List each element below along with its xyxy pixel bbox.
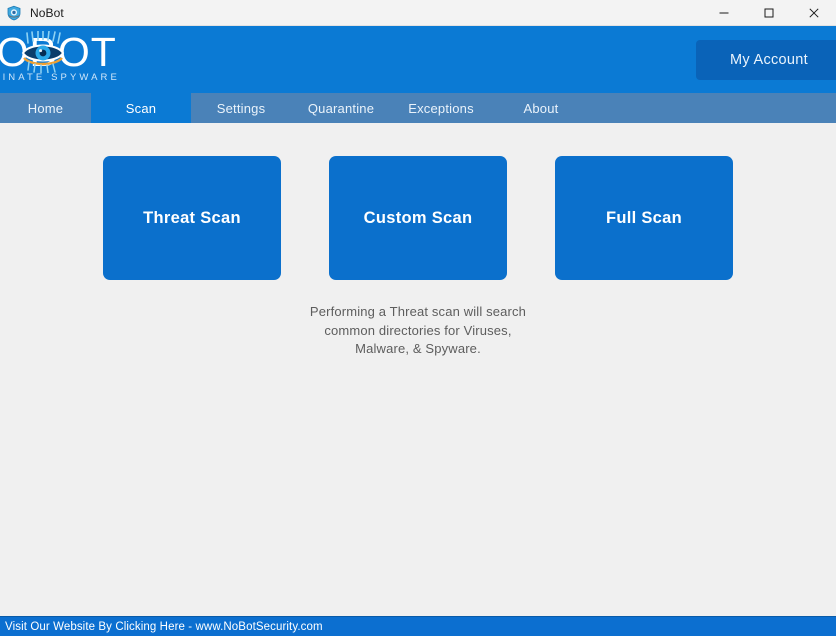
nav-tab-about[interactable]: About <box>491 93 591 123</box>
window-title: NoBot <box>30 5 64 20</box>
shield-icon <box>6 5 22 21</box>
close-icon[interactable] <box>791 0 836 26</box>
nav-tab-home[interactable]: Home <box>0 93 91 123</box>
scan-description-line: Malware, & Spyware. <box>355 341 481 356</box>
full-scan-button[interactable]: Full Scan <box>555 156 733 280</box>
nav-tab-scan[interactable]: Scan <box>91 93 191 123</box>
scan-buttons-row: Threat Scan Custom Scan Full Scan <box>0 156 836 280</box>
scan-description-line: Performing a Threat scan will search <box>309 304 527 319</box>
logo-tagline: ELIMINATE SPYWARE <box>0 72 120 83</box>
main-content: Threat Scan Custom Scan Full Scan Performi… <box>0 123 836 616</box>
website-link[interactable]: Visit Our Website By Clicking Here - www… <box>5 621 323 633</box>
custom-scan-button[interactable]: Custom Scan <box>329 156 507 280</box>
my-account-button[interactable]: My Account <box>696 40 836 80</box>
app-logo: NOBOT <box>0 28 156 90</box>
window-controls <box>701 0 836 26</box>
nav-tab-quarantine[interactable]: Quarantine <box>291 93 391 123</box>
maximize-icon[interactable] <box>746 0 791 26</box>
nav-tab-settings[interactable]: Settings <box>191 93 291 123</box>
status-bar: Visit Our Website By Clicking Here - www… <box>0 616 836 636</box>
scan-description: Performing a Threat scan will search comm… <box>0 303 836 359</box>
window-titlebar: NoBot <box>0 0 836 26</box>
scan-description-line: common directories for Viruses, <box>324 322 512 338</box>
nav-tab-exceptions[interactable]: Exceptions <box>391 93 491 123</box>
minimize-icon[interactable] <box>701 0 746 26</box>
main-navigation: Home Scan Settings Quarantine Exceptions Abou… <box>0 93 836 123</box>
threat-scan-button[interactable]: Threat Scan <box>103 156 281 280</box>
eye-icon <box>20 30 66 74</box>
app-header: NOBOT <box>0 26 836 93</box>
